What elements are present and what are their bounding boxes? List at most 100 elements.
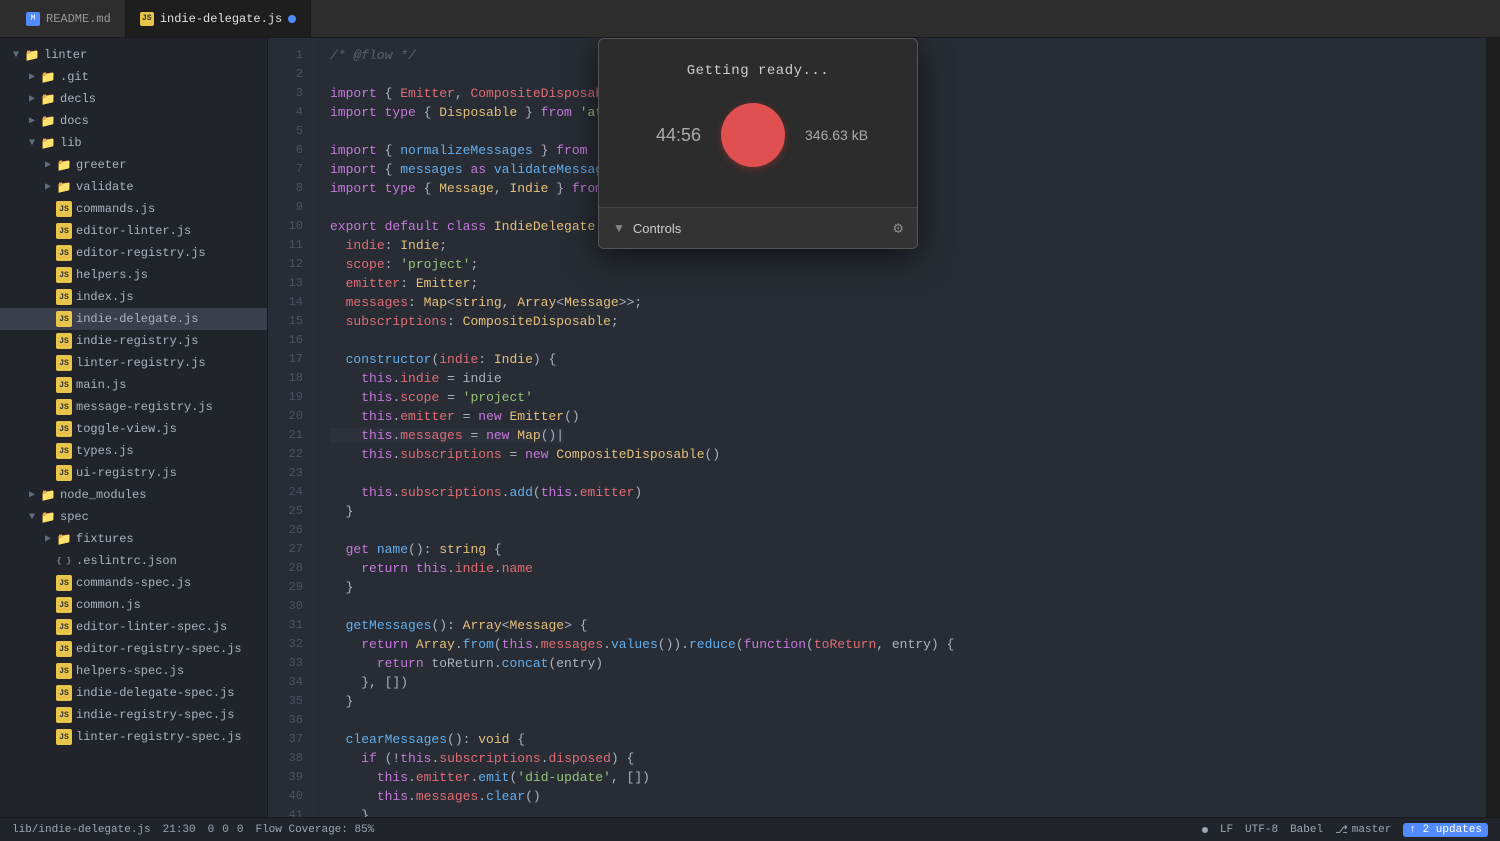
sidebar-item-validate[interactable]: ▶ 📁 validate [0, 176, 267, 198]
sidebar-item-linter-registry-js[interactable]: ▶ JS linter-registry.js [0, 352, 267, 374]
git-branch-icon: ⎇ [1335, 823, 1348, 837]
editor-linter-label: editor-linter.js [76, 224, 267, 238]
node-modules-icon: 📁 [40, 487, 56, 503]
popup-gear-button[interactable]: ⚙ [893, 218, 903, 238]
popup-record-button[interactable] [721, 103, 785, 167]
sidebar-item-editor-registry-js[interactable]: ▶ JS editor-registry.js [0, 242, 267, 264]
main-layout: ▼ 📁 linter ▶ 📁 .git ▶ 📁 decls ▶ 📁 docs ▼… [0, 38, 1500, 817]
toggle-view-badge: JS [56, 421, 72, 437]
sidebar-item-spec[interactable]: ▼ 📁 spec [0, 506, 267, 528]
sidebar-item-docs[interactable]: ▶ 📁 docs [0, 110, 267, 132]
sidebar-item-indie-registry-spec[interactable]: ▶ JS indie-registry-spec.js [0, 704, 267, 726]
commands-badge: JS [56, 201, 72, 217]
editor-registry-badge: JS [56, 245, 72, 261]
sidebar-item-commands-js[interactable]: ▶ JS commands.js [0, 198, 267, 220]
status-updates-button[interactable]: ↑ 2 updates [1403, 823, 1488, 837]
spec-arrow: ▼ [24, 509, 40, 525]
popup-time-display: 44:56 [631, 125, 701, 146]
sidebar-item-git[interactable]: ▶ 📁 .git [0, 66, 267, 88]
sidebar-item-helpers-js[interactable]: ▶ JS helpers.js [0, 264, 267, 286]
editor-registry-label: editor-registry.js [76, 246, 267, 260]
sidebar-item-indie-delegate-spec[interactable]: ▶ JS indie-delegate-spec.js [0, 682, 267, 704]
indie-registry-badge: JS [56, 333, 72, 349]
indie-delegate-badge: JS [56, 311, 72, 327]
validate-icon: 📁 [56, 179, 72, 195]
git-branch-name: master [1352, 824, 1392, 836]
status-cursor-position: 21:30 [163, 824, 196, 836]
warning-count: 0 [222, 824, 229, 836]
sidebar-item-node-modules[interactable]: ▶ 📁 node_modules [0, 484, 267, 506]
helpers-label: helpers.js [76, 268, 267, 282]
commands-label: commands.js [76, 202, 267, 216]
sidebar-item-editor-linter-js[interactable]: ▶ JS editor-linter.js [0, 220, 267, 242]
sidebar[interactable]: ▼ 📁 linter ▶ 📁 .git ▶ 📁 decls ▶ 📁 docs ▼… [0, 38, 268, 817]
sidebar-item-message-registry-js[interactable]: ▶ JS message-registry.js [0, 396, 267, 418]
linter-registry-badge: JS [56, 355, 72, 371]
status-encoding[interactable]: UTF-8 [1245, 824, 1278, 836]
sidebar-item-toggle-view-js[interactable]: ▶ JS toggle-view.js [0, 418, 267, 440]
git-label: .git [60, 70, 267, 84]
common-badge: JS [56, 597, 72, 613]
index-label: index.js [76, 290, 267, 304]
sidebar-item-types-js[interactable]: ▶ JS types.js [0, 440, 267, 462]
tab-readme-label: README.md [46, 12, 111, 26]
editor-linter-spec-badge: JS [56, 619, 72, 635]
tab-readme[interactable]: M README.md [12, 0, 126, 37]
sidebar-item-editor-linter-spec[interactable]: ▶ JS editor-linter-spec.js [0, 616, 267, 638]
tab-indie-delegate-label: indie-delegate.js [160, 12, 282, 26]
tab-modified-dot [288, 15, 296, 23]
helpers-spec-label: helpers-spec.js [76, 664, 267, 678]
indie-registry-label: indie-registry.js [76, 334, 267, 348]
spec-icon: 📁 [40, 509, 56, 525]
indie-delegate-spec-label: indie-delegate-spec.js [76, 686, 267, 700]
status-right: LF UTF-8 Babel ⎇ master ↑ 2 updates [1202, 823, 1488, 837]
sidebar-root-linter[interactable]: ▼ 📁 linter [0, 44, 267, 66]
status-file-path: lib/indie-delegate.js [12, 824, 151, 836]
popup-controls-section[interactable]: ▼ Controls [613, 221, 681, 236]
scrollbar[interactable] [1486, 38, 1500, 817]
decls-icon: 📁 [40, 91, 56, 107]
spec-label: spec [60, 510, 267, 524]
helpers-badge: JS [56, 267, 72, 283]
sidebar-item-greeter[interactable]: ▶ 📁 greeter [0, 154, 267, 176]
sidebar-item-main-js[interactable]: ▶ JS main.js [0, 374, 267, 396]
toggle-view-label: toggle-view.js [76, 422, 267, 436]
sidebar-item-editor-registry-spec[interactable]: ▶ JS editor-registry-spec.js [0, 638, 267, 660]
sidebar-item-eslintrc[interactable]: ▶ { } .eslintrc.json [0, 550, 267, 572]
status-grammar[interactable]: Babel [1290, 824, 1323, 836]
sidebar-item-linter-registry-spec[interactable]: ▶ JS linter-registry-spec.js [0, 726, 267, 748]
sidebar-item-ui-registry-js[interactable]: ▶ JS ui-registry.js [0, 462, 267, 484]
status-bar: lib/indie-delegate.js 21:30 0 0 0 Flow C… [0, 817, 1500, 841]
sidebar-item-common-js[interactable]: ▶ JS common.js [0, 594, 267, 616]
sidebar-item-commands-spec[interactable]: ▶ JS commands-spec.js [0, 572, 267, 594]
sidebar-item-indie-registry-js[interactable]: ▶ JS indie-registry.js [0, 330, 267, 352]
status-flow-coverage: Flow Coverage: 85% [255, 824, 374, 836]
main-label: main.js [76, 378, 267, 392]
popup-circles: 44:56 346.63 kB [619, 103, 897, 167]
status-git-branch[interactable]: ⎇ master [1335, 823, 1391, 837]
sidebar-item-indie-delegate-js[interactable]: ▶ JS indie-delegate.js [0, 308, 267, 330]
editor-registry-spec-badge: JS [56, 641, 72, 657]
ui-registry-badge: JS [56, 465, 72, 481]
root-folder-icon: 📁 [24, 47, 40, 63]
sidebar-item-decls[interactable]: ▶ 📁 decls [0, 88, 267, 110]
editor-registry-spec-label: editor-registry-spec.js [76, 642, 267, 656]
status-indicator-dot [1202, 827, 1208, 833]
sidebar-item-index-js[interactable]: ▶ JS index.js [0, 286, 267, 308]
message-registry-badge: JS [56, 399, 72, 415]
validate-label: validate [76, 180, 267, 194]
linter-registry-spec-badge: JS [56, 729, 72, 745]
eslintrc-label: .eslintrc.json [76, 554, 267, 568]
editor-linter-spec-label: editor-linter-spec.js [76, 620, 267, 634]
tab-container: M README.md JS indie-delegate.js [12, 0, 311, 37]
collapse-arrow-icon: ▼ [613, 221, 625, 235]
sidebar-item-fixtures[interactable]: ▶ 📁 fixtures [0, 528, 267, 550]
indie-registry-spec-label: indie-registry-spec.js [76, 708, 267, 722]
root-label: linter [44, 48, 267, 62]
sidebar-item-lib[interactable]: ▼ 📁 lib [0, 132, 267, 154]
sidebar-item-helpers-spec[interactable]: ▶ JS helpers-spec.js [0, 660, 267, 682]
greeter-icon: 📁 [56, 157, 72, 173]
common-label: common.js [76, 598, 267, 612]
tab-indie-delegate[interactable]: JS indie-delegate.js [126, 0, 311, 37]
status-line-ending[interactable]: LF [1220, 824, 1233, 836]
